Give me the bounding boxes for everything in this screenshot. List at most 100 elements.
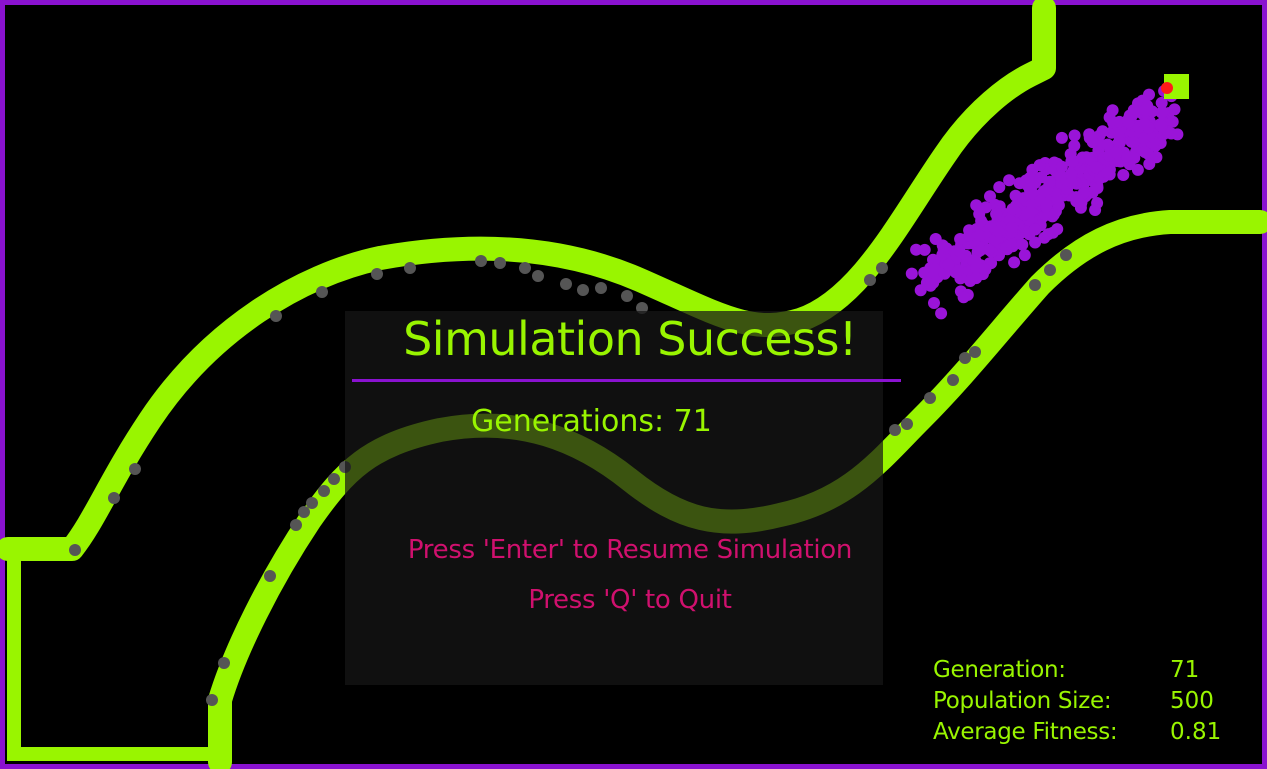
agent-dot bbox=[1016, 238, 1029, 251]
agent-dot bbox=[1138, 146, 1151, 159]
agent-dot bbox=[1127, 136, 1140, 149]
start-box-wall bbox=[7, 549, 218, 761]
dead-agent-dot bbox=[290, 519, 302, 531]
agent-dot bbox=[1029, 236, 1042, 249]
agent-dot bbox=[1083, 128, 1096, 141]
agent-dot bbox=[1068, 129, 1081, 142]
best-agent-dot-icon bbox=[1161, 82, 1173, 94]
agent-dot bbox=[1139, 104, 1152, 117]
dead-agent-dot bbox=[129, 463, 141, 475]
agent-dot bbox=[1171, 128, 1184, 141]
agent-dot bbox=[970, 272, 983, 285]
dead-agent-dot bbox=[328, 473, 340, 485]
stat-label: Generation: bbox=[933, 657, 1066, 683]
stat-value: 71 bbox=[1170, 657, 1200, 683]
dead-agent-dot bbox=[969, 346, 981, 358]
agent-dot bbox=[1054, 170, 1067, 183]
dead-agent-dot bbox=[889, 424, 901, 436]
agent-dot bbox=[953, 244, 966, 257]
agent-dot bbox=[952, 264, 965, 277]
success-dialog: Simulation Success! Generations: 71 Pres… bbox=[345, 311, 901, 685]
dead-agent-dot bbox=[264, 570, 276, 582]
agent-dot bbox=[1117, 169, 1130, 181]
dead-agent-dot bbox=[270, 310, 282, 322]
agent-dot bbox=[1121, 150, 1133, 163]
dead-agent-dot bbox=[519, 262, 531, 274]
stat-value: 500 bbox=[1170, 688, 1214, 714]
dead-agent-dot bbox=[316, 286, 328, 298]
dead-agent-dot bbox=[577, 284, 589, 296]
dead-agent-dot bbox=[1044, 264, 1056, 276]
agent-dot bbox=[1143, 158, 1156, 170]
dead-agent-dot bbox=[218, 657, 230, 669]
agent-dot bbox=[1101, 166, 1114, 179]
agent-dot bbox=[1046, 226, 1059, 239]
dead-agent-dot bbox=[475, 255, 487, 267]
agent-dot bbox=[1040, 198, 1053, 211]
dead-agent-dot bbox=[924, 392, 936, 404]
agent-dot bbox=[1006, 203, 1019, 215]
agent-dot bbox=[1122, 116, 1135, 128]
dialog-divider bbox=[352, 379, 901, 382]
agent-dot bbox=[1089, 161, 1102, 174]
dead-agent-dot bbox=[1029, 279, 1041, 291]
agent-dot bbox=[990, 208, 1003, 220]
dead-agent-dot bbox=[306, 497, 318, 509]
agent-dot bbox=[1013, 177, 1026, 190]
agent-dot bbox=[1066, 176, 1078, 189]
dead-agent-dot bbox=[560, 278, 572, 290]
agent-dot bbox=[1110, 146, 1123, 159]
agent-dot bbox=[1075, 198, 1087, 210]
agent-dot bbox=[1033, 159, 1046, 172]
dead-agent-dot bbox=[108, 492, 120, 504]
dead-agent-dot bbox=[595, 282, 607, 294]
stat-row-generation: Generation: 71 bbox=[933, 655, 1233, 686]
agent-dot bbox=[979, 201, 992, 214]
agent-dot bbox=[992, 225, 1005, 238]
stat-row-average-fitness: Average Fitness: 0.81 bbox=[933, 717, 1233, 748]
agent-dot bbox=[1005, 221, 1018, 234]
agent-dot bbox=[993, 181, 1006, 194]
agent-dot bbox=[973, 229, 986, 242]
dead-agent-dot bbox=[876, 262, 888, 274]
agent-dot bbox=[1018, 249, 1031, 262]
dead-agent-dot bbox=[206, 694, 218, 706]
agent-dot bbox=[957, 291, 970, 304]
agent-dot bbox=[928, 297, 940, 309]
agent-dot bbox=[1076, 151, 1089, 164]
dead-agent-dot bbox=[1060, 249, 1072, 261]
dead-agent-dot bbox=[621, 290, 633, 302]
dead-agent-dot bbox=[901, 418, 913, 430]
agent-dot bbox=[918, 243, 931, 256]
agent-dot bbox=[1038, 185, 1050, 197]
agent-dot bbox=[1055, 131, 1068, 144]
agent-dot bbox=[914, 284, 927, 297]
dead-agent-dot bbox=[69, 544, 81, 556]
dead-agent-dot bbox=[494, 257, 506, 269]
agent-dot bbox=[983, 243, 996, 256]
agent-dot bbox=[975, 214, 988, 227]
quit-hint: Press 'Q' to Quit bbox=[528, 585, 732, 615]
stat-row-population-size: Population Size: 500 bbox=[933, 686, 1233, 717]
agent-dot bbox=[935, 307, 948, 320]
dead-agent-dot bbox=[959, 352, 971, 364]
agent-dot bbox=[1096, 125, 1109, 138]
agent-dot bbox=[1101, 138, 1114, 151]
agent-dot bbox=[1155, 120, 1168, 133]
agent-dot bbox=[929, 233, 942, 245]
agent-dot bbox=[1024, 205, 1037, 218]
agent-dot bbox=[1138, 117, 1151, 130]
agent-dot bbox=[1003, 174, 1016, 187]
stat-label: Population Size: bbox=[933, 688, 1112, 714]
generations-count: Generations: 71 bbox=[471, 404, 712, 439]
agent-dot bbox=[1106, 104, 1119, 117]
agent-dot bbox=[1089, 204, 1102, 216]
agent-dot bbox=[928, 262, 941, 275]
dead-agent-dot bbox=[318, 485, 330, 497]
stat-value: 0.81 bbox=[1170, 719, 1222, 745]
agent-dot bbox=[905, 267, 918, 280]
dead-agent-dot bbox=[864, 274, 876, 286]
dead-agent-dot bbox=[371, 268, 383, 280]
agent-dot bbox=[1029, 223, 1042, 236]
dead-agent-dot bbox=[298, 506, 310, 518]
